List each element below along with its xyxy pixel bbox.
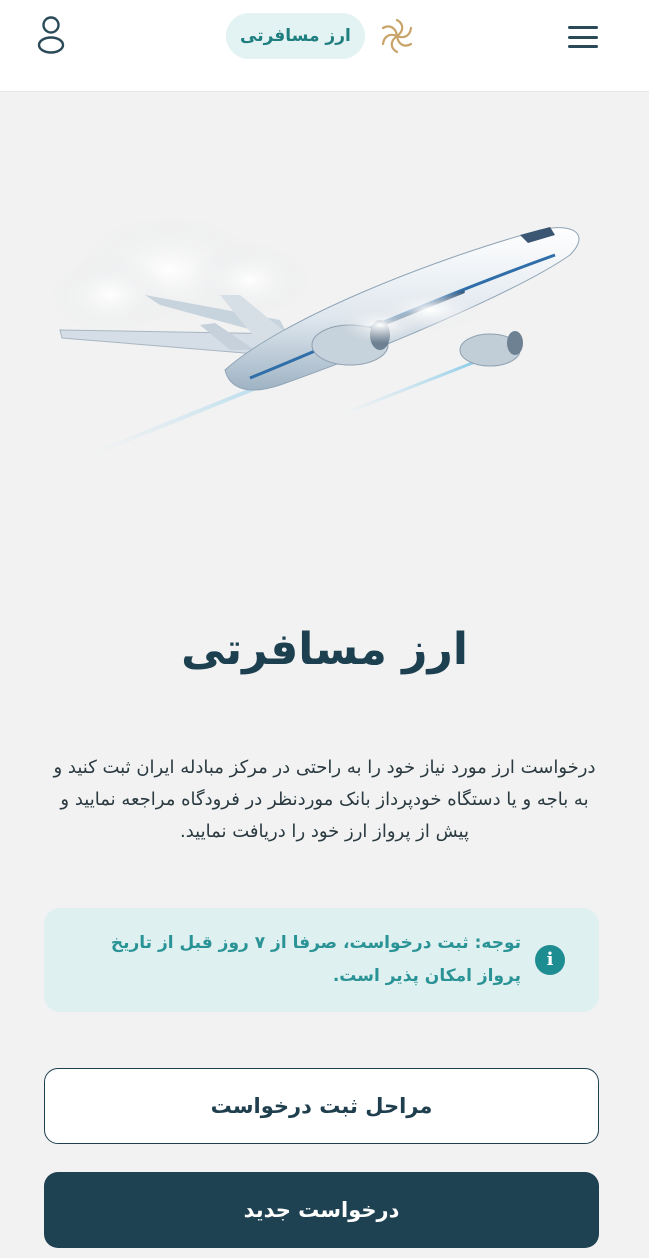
- app-header: ارز مسافرتی: [0, 0, 649, 92]
- brand[interactable]: ارز مسافرتی: [226, 12, 417, 60]
- user-profile-icon[interactable]: [32, 14, 70, 56]
- info-note: i توجه: ثبت درخواست، صرفا از ۷ روز قبل ا…: [44, 908, 599, 1012]
- page-title: ارز مسافرتی: [181, 624, 468, 675]
- request-steps-button[interactable]: مراحل ثبت درخواست: [44, 1068, 599, 1144]
- info-note-text: توجه: ثبت درخواست، صرفا از ۷ روز قبل از …: [110, 933, 521, 986]
- page-description: درخواست ارز مورد نیاز خود را به راحتی در…: [53, 757, 596, 842]
- hamburger-menu-icon[interactable]: [566, 24, 600, 50]
- brand-logo-icon: [381, 18, 412, 54]
- brand-label: ارز مسافرتی: [226, 13, 365, 59]
- info-icon: i: [535, 945, 565, 975]
- new-request-button[interactable]: درخواست جدید: [44, 1172, 599, 1248]
- airplane-illustration: [50, 215, 580, 457]
